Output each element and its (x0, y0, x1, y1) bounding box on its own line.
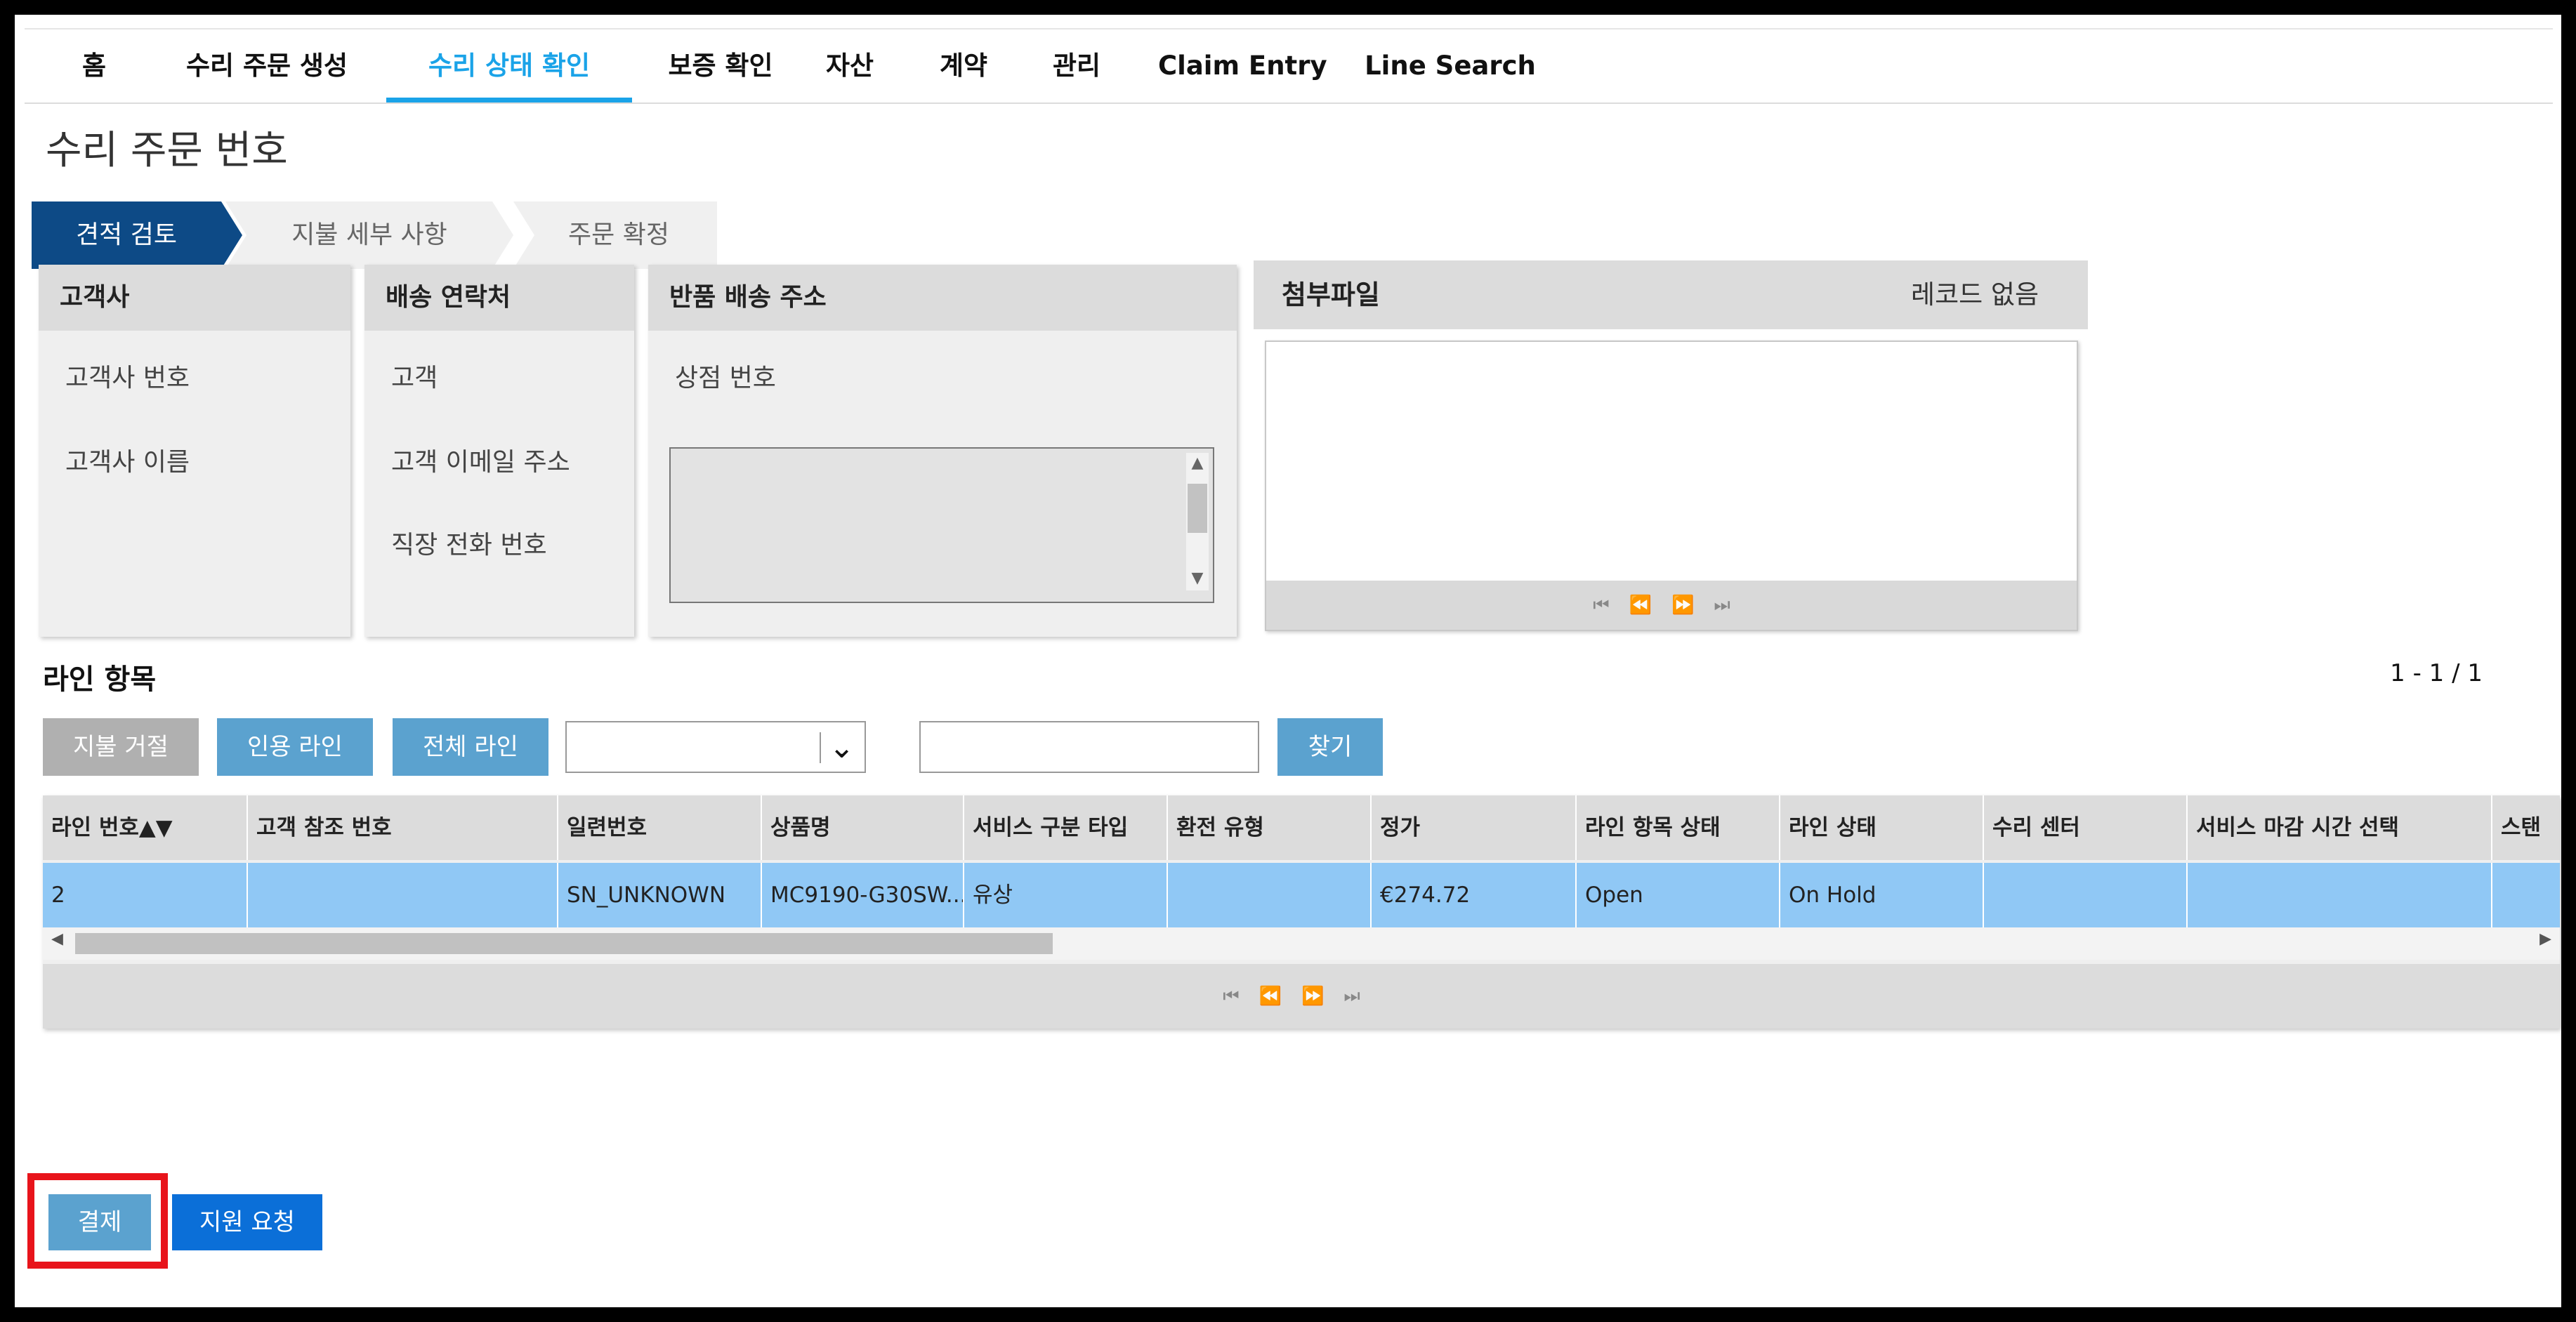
col-line-number[interactable]: 라인 번호▲▼ (43, 795, 248, 860)
scroll-down-icon[interactable]: ▼ (1188, 569, 1207, 587)
cell-service-deadline (2188, 863, 2492, 927)
return-address-panel: 반품 배송 주소 상점 번호 ▲ ▼ (648, 265, 1237, 637)
grid-header-row: 라인 번호▲▼ 고객 참조 번호 일련번호 상품명 서비스 구분 타입 환전 유… (43, 795, 2560, 860)
col-service-type[interactable]: 서비스 구분 타입 (964, 795, 1168, 860)
step-label: 지불 세부 사항 (291, 220, 447, 249)
grid-scroll-thumb[interactable] (75, 933, 1053, 954)
work-phone-label: 직장 전화 번호 (391, 531, 547, 560)
col-list-price[interactable]: 정가 (1372, 795, 1577, 860)
panel-title: 고객사 (39, 265, 350, 331)
cell-repair-center (1984, 863, 2188, 927)
step-label: 견적 검토 (76, 220, 177, 249)
nav-line-search[interactable]: Line Search (1365, 29, 1536, 103)
reject-payment-button[interactable]: 지불 거절 (43, 718, 199, 776)
table-row[interactable]: 2 SN_UNKNOWN MC9190-G30SW... 유상 €274.72 … (43, 863, 2560, 927)
customer-label: 고객 (391, 364, 438, 392)
attachments-count: 레코드 없음 (1911, 279, 2039, 310)
scroll-left-icon[interactable]: ◀ (51, 930, 63, 948)
col-repair-center[interactable]: 수리 센터 (1984, 795, 2188, 860)
col-customer-ref[interactable]: 고객 참조 번호 (248, 795, 558, 860)
grid-pager: ⏮⏪⏩⏭ (43, 964, 2560, 1029)
top-nav: 홈 수리 주문 생성 수리 상태 확인 보증 확인 자산 계약 관리 Claim… (25, 28, 2553, 104)
customer-panel: 고객사 고객사 번호 고객사 이름 (39, 265, 350, 637)
nav-admin[interactable]: 관리 (1046, 29, 1107, 103)
nav-home[interactable]: 홈 (71, 29, 117, 103)
chevron-down-icon[interactable]: ⌄ (829, 728, 855, 767)
customer-name-label: 고객사 이름 (65, 448, 190, 477)
filter-select[interactable]: ⌄ (565, 721, 866, 773)
step-payment-details[interactable]: 지불 세부 사항 (225, 201, 513, 269)
all-lines-button[interactable]: 전체 라인 (393, 718, 548, 776)
prev-page-icon[interactable]: ⏪ (1259, 986, 1301, 1007)
nav-claim-entry[interactable]: Claim Entry (1158, 29, 1327, 103)
scroll-up-icon[interactable]: ▲ (1188, 454, 1207, 472)
step-order-confirm[interactable]: 주문 확정 (513, 201, 717, 269)
col-service-deadline[interactable]: 서비스 마감 시간 선택 (2188, 795, 2492, 860)
first-page-icon[interactable]: ⏮ (1223, 986, 1259, 1007)
prev-page-icon[interactable]: ⏪ (1629, 595, 1671, 616)
pay-button[interactable]: 결제 (48, 1194, 151, 1250)
next-page-icon[interactable]: ⏩ (1671, 595, 1714, 616)
customer-email-label: 고객 이메일 주소 (391, 448, 570, 477)
cell-line-number: 2 (43, 863, 248, 927)
grid-horizontal-scrollbar[interactable]: ◀ ▶ (43, 927, 2560, 960)
textarea-scroll-thumb[interactable] (1188, 484, 1207, 533)
col-product[interactable]: 상품명 (762, 795, 964, 860)
cell-standard (2492, 863, 2560, 927)
col-standard[interactable]: 스탠 (2492, 795, 2560, 860)
customer-number-label: 고객사 번호 (65, 364, 190, 392)
nav-warranty-check[interactable]: 보증 확인 (648, 29, 793, 103)
cell-line-item-status: Open (1577, 863, 1780, 927)
step-quote-review[interactable]: 견적 검토 (32, 201, 242, 269)
col-line-status[interactable]: 라인 상태 (1780, 795, 1984, 860)
panel-title: 반품 배송 주소 (648, 265, 1237, 331)
cell-line-status: On Hold (1780, 863, 1984, 927)
cell-exchange-type (1168, 863, 1372, 927)
cell-product: MC9190-G30SW... (762, 863, 964, 927)
quoted-lines-button[interactable]: 인용 라인 (217, 718, 373, 776)
scroll-right-icon[interactable]: ▶ (2539, 930, 2551, 948)
cell-serial: SN_UNKNOWN (558, 863, 762, 927)
support-request-button[interactable]: 지원 요청 (172, 1194, 322, 1250)
col-serial[interactable]: 일련번호 (558, 795, 762, 860)
first-page-icon[interactable]: ⏮ (1593, 595, 1629, 616)
shipping-contact-panel: 배송 연락처 고객 고객 이메일 주소 직장 전화 번호 (364, 265, 634, 637)
attachments-title: 첨부파일 (1282, 279, 1380, 310)
attachments-header: 첨부파일 레코드 없음 (1254, 260, 2088, 329)
step-label: 주문 확정 (568, 220, 669, 249)
cell-customer-ref (248, 863, 558, 927)
app-window: 홈 수리 주문 생성 수리 상태 확인 보증 확인 자산 계약 관리 Claim… (15, 15, 2561, 1307)
panel-title: 배송 연락처 (364, 265, 634, 331)
next-page-icon[interactable]: ⏩ (1301, 986, 1343, 1007)
cell-list-price: €274.72 (1372, 863, 1577, 927)
search-input[interactable] (919, 721, 1259, 773)
nav-repair-status[interactable]: 수리 상태 확인 (386, 29, 632, 103)
cell-service-type: 유상 (964, 863, 1168, 927)
nav-assets[interactable]: 자산 (820, 29, 880, 103)
last-page-icon[interactable]: ⏭ (1714, 595, 1749, 616)
col-line-item-status[interactable]: 라인 항목 상태 (1577, 795, 1780, 860)
line-items-grid: 라인 번호▲▼ 고객 참조 번호 일련번호 상품명 서비스 구분 타입 환전 유… (43, 795, 2560, 1029)
attachments-pager: ⏮⏪⏩⏭ (1266, 581, 2077, 630)
last-page-icon[interactable]: ⏭ (1343, 986, 1379, 1007)
return-address-textarea[interactable]: ▲ ▼ (669, 447, 1214, 603)
page-title: 수리 주문 번호 (46, 128, 288, 173)
line-items-title: 라인 항목 (43, 663, 157, 696)
nav-create-repair-order[interactable]: 수리 주문 생성 (164, 29, 370, 103)
col-exchange-type[interactable]: 환전 유형 (1168, 795, 1372, 860)
select-divider (820, 732, 821, 763)
store-number-label: 상점 번호 (675, 364, 776, 392)
attachments-grid: ⏮⏪⏩⏭ (1265, 341, 2078, 631)
find-button[interactable]: 찾기 (1277, 718, 1383, 776)
line-items-range: 1 - 1 / 1 (2390, 659, 2483, 687)
nav-contracts[interactable]: 계약 (933, 29, 994, 103)
